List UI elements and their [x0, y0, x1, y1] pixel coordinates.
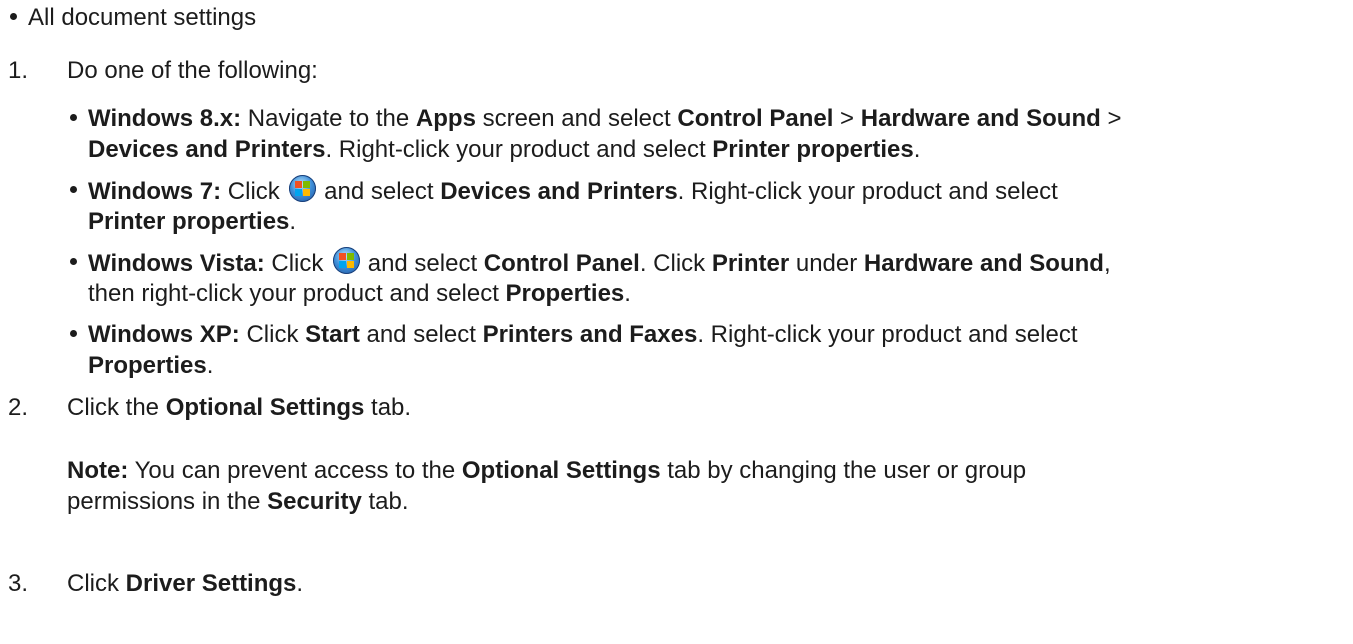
ui-term-printers-and-faxes: Printers and Faxes	[482, 321, 698, 348]
ui-term-properties: Properties	[88, 352, 207, 379]
bullet	[70, 330, 77, 337]
step-text: Click Driver Settings.	[67, 568, 303, 599]
text: tab.	[364, 394, 412, 421]
os-label: Windows Vista:	[88, 250, 265, 277]
top-bullet-text: All document settings	[28, 4, 257, 31]
os-label: Windows 8.x:	[88, 105, 242, 132]
step-number: 3.	[8, 570, 29, 597]
text: Click	[239, 321, 306, 348]
ui-term-printer-properties: Printer properties	[88, 208, 290, 235]
text: screen and select	[475, 105, 678, 132]
text: permissions in the	[67, 488, 268, 515]
ui-term-apps: Apps	[415, 105, 476, 132]
step-text: Click the Optional Settings tab.	[67, 392, 411, 423]
text: and select	[359, 321, 483, 348]
text: .	[296, 570, 304, 597]
ui-term-control-panel: Control Panel	[677, 105, 834, 132]
text: tab.	[361, 488, 409, 515]
ui-term-printer-properties: Printer properties	[712, 136, 914, 163]
text: . Click	[639, 250, 712, 277]
text: and select	[317, 178, 441, 205]
windows-start-orb-icon	[333, 247, 361, 274]
step-number: 1.	[8, 57, 29, 84]
separator: >	[1100, 105, 1122, 132]
ui-term-hardware-and-sound: Hardware and Sound	[863, 250, 1104, 277]
text: .	[624, 280, 631, 307]
text: Navigate to the	[241, 105, 416, 132]
windows-start-orb-icon	[289, 175, 317, 202]
os-label: Windows 7:	[88, 178, 222, 205]
ui-term-driver-settings: Driver Settings	[125, 570, 297, 597]
text: Click	[264, 250, 331, 277]
text: then right-click your product and select	[88, 280, 506, 307]
text: . Right-click your product and select	[697, 321, 1078, 348]
ui-term-optional-settings: Optional Settings	[461, 457, 661, 484]
text: Click	[221, 178, 287, 205]
ui-term-properties: Properties	[505, 280, 625, 307]
separator: >	[833, 105, 861, 132]
step-text: Do one of the following:	[67, 57, 318, 84]
bullet	[10, 13, 17, 20]
text: ,	[1103, 250, 1111, 277]
text: tab by changing the user or group	[660, 457, 1027, 484]
os-label: Windows XP:	[88, 321, 240, 348]
ui-term-devices-and-printers: Devices and Printers	[440, 178, 678, 205]
list-item-windows-xp: Windows XP: Click Start and select Print…	[88, 319, 1348, 381]
ui-term-security: Security	[267, 488, 362, 515]
text: . Right-click your product and select	[325, 136, 713, 163]
ui-term-optional-settings: Optional Settings	[165, 394, 365, 421]
bullet	[70, 258, 77, 265]
bullet	[70, 114, 77, 121]
ui-term-control-panel: Control Panel	[483, 250, 640, 277]
text: Click the	[67, 394, 166, 421]
ui-term-printer: Printer	[711, 250, 790, 277]
text: Click	[67, 570, 126, 597]
list-item-windows-7: Windows 7: Click and select Devices and …	[88, 175, 1348, 237]
step-number: 2.	[8, 394, 29, 421]
list-item-windows-vista: Windows Vista: Click and select Control …	[88, 247, 1348, 309]
text: . Right-click your product and select	[677, 178, 1058, 205]
note-label: Note:	[67, 457, 129, 484]
text: .	[206, 352, 214, 379]
list-item-windows-8: Windows 8.x: Navigate to the Apps screen…	[88, 103, 1348, 165]
bullet	[70, 186, 77, 193]
text: You can prevent access to the	[128, 457, 462, 484]
note: Note: You can prevent access to the Opti…	[67, 455, 1347, 517]
text: .	[913, 136, 921, 163]
text: .	[289, 208, 297, 235]
text: and select	[361, 250, 484, 277]
ui-term-devices-and-printers: Devices and Printers	[88, 136, 326, 163]
text: under	[789, 250, 864, 277]
ui-term-hardware-and-sound: Hardware and Sound	[860, 105, 1101, 132]
ui-term-start: Start	[305, 321, 360, 348]
